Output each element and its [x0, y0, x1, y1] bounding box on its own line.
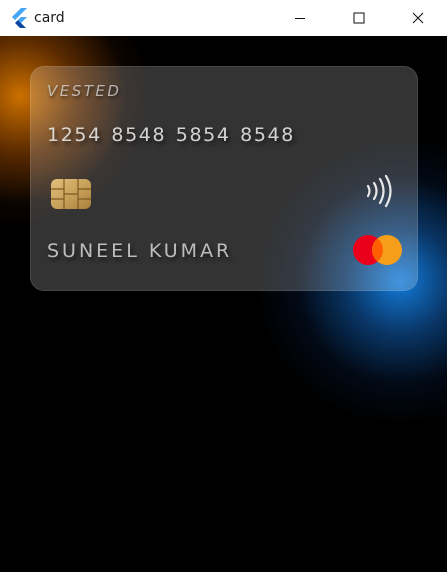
app-window: card VESTED 1254 8548 5854 8548 SUNEEL K… [0, 0, 447, 572]
card-number: 1254 8548 5854 8548 [47, 124, 295, 146]
maximize-button[interactable] [336, 0, 382, 36]
mastercard-logo [352, 234, 404, 266]
card-holder-name: SUNEEL KUMAR [47, 240, 233, 262]
contactless-icon [364, 174, 392, 208]
flutter-icon [10, 8, 28, 29]
close-icon [412, 9, 424, 28]
chip-icon [50, 178, 92, 210]
minimize-button[interactable] [277, 0, 323, 36]
minimize-icon [294, 9, 306, 28]
card-brand-label: VESTED [47, 82, 122, 100]
close-button[interactable] [395, 0, 441, 36]
title-bar[interactable]: card [0, 0, 447, 36]
credit-card: VESTED 1254 8548 5854 8548 SUNEEL KUMAR [30, 66, 418, 291]
app-canvas: VESTED 1254 8548 5854 8548 SUNEEL KUMAR [0, 36, 447, 572]
window-title: card [34, 10, 65, 26]
maximize-icon [353, 9, 365, 28]
